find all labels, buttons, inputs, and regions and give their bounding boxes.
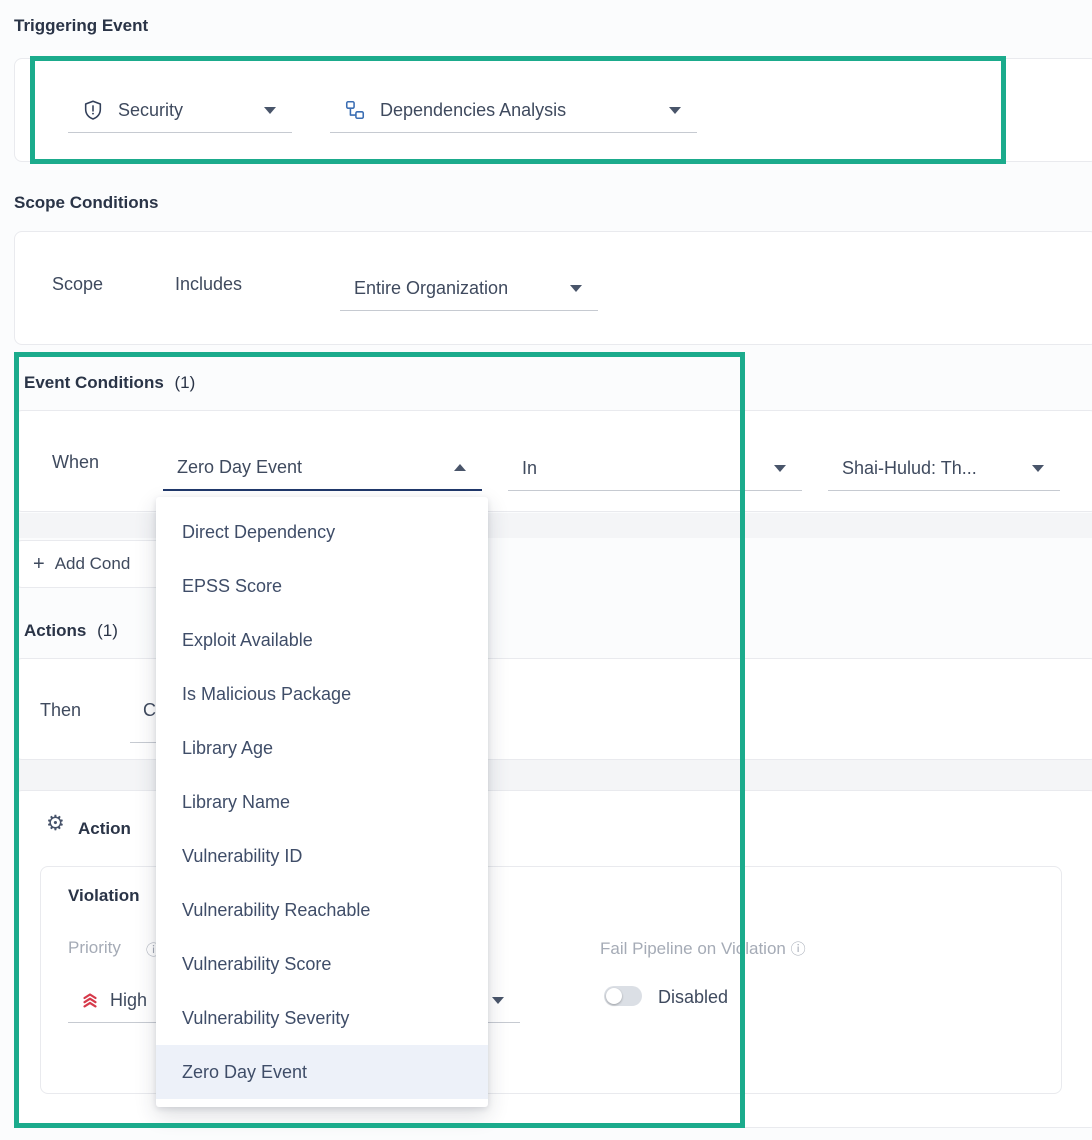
- menu-item[interactable]: Is Malicious Package: [156, 667, 488, 721]
- then-label: Then: [40, 700, 81, 721]
- toggle-state-label: Disabled: [658, 987, 728, 1008]
- chevron-down-icon: [774, 465, 786, 472]
- condition-attribute-dropdown[interactable]: Zero Day Event: [163, 446, 482, 491]
- chevron-up-icon: [454, 464, 466, 471]
- triggering-event-title: Triggering Event: [14, 16, 148, 35]
- menu-item[interactable]: Exploit Available: [156, 613, 488, 667]
- triggering-event-heading: Triggering Event: [14, 16, 148, 36]
- toggle-knob: [606, 988, 622, 1004]
- menu-item[interactable]: Vulnerability Score: [156, 937, 488, 991]
- fail-pipeline-toggle[interactable]: [604, 986, 642, 1006]
- chevron-down-icon: [570, 285, 582, 292]
- priority-value: High: [110, 990, 147, 1011]
- priority-label: Priority: [68, 938, 121, 958]
- condition-value-dropdown[interactable]: Shai-Hulud: Th...: [828, 446, 1060, 491]
- action-config-heading: Action: [78, 819, 131, 839]
- event-category-dropdown[interactable]: Security: [68, 88, 292, 133]
- event-category-value: Security: [118, 100, 183, 121]
- event-conditions-count: (1): [175, 373, 196, 392]
- policy-rule-editor: Triggering Event Security Dependencies A…: [0, 0, 1092, 1140]
- scope-value-dropdown[interactable]: Entire Organization: [340, 266, 598, 311]
- actions-count: (1): [97, 621, 118, 640]
- fail-pipeline-text: Fail Pipeline on Violation: [600, 939, 786, 958]
- menu-item[interactable]: Direct Dependency: [156, 505, 488, 559]
- condition-attribute-menu: Direct Dependency EPSS Score Exploit Ava…: [156, 497, 488, 1107]
- event-conditions-heading: Event Conditions (1): [24, 373, 195, 393]
- action-type-dropdown[interactable]: C: [143, 700, 156, 721]
- info-icon: ⓘ: [791, 941, 806, 958]
- menu-item[interactable]: Vulnerability ID: [156, 829, 488, 883]
- when-label: When: [52, 452, 99, 473]
- event-type-dropdown[interactable]: Dependencies Analysis: [330, 88, 697, 133]
- shield-exclamation-icon: [82, 99, 104, 121]
- actions-title: Actions: [24, 621, 86, 640]
- actions-heading: Actions (1): [24, 621, 118, 641]
- scope-value: Entire Organization: [354, 278, 508, 299]
- condition-operator-value: In: [522, 458, 537, 479]
- condition-operator-dropdown[interactable]: In: [508, 446, 802, 491]
- menu-item[interactable]: Vulnerability Reachable: [156, 883, 488, 937]
- scope-label: Scope: [52, 274, 103, 295]
- condition-value: Shai-Hulud: Th...: [842, 458, 977, 479]
- menu-item[interactable]: Vulnerability Severity: [156, 991, 488, 1045]
- gear-icon: ⚙: [46, 811, 65, 836]
- scope-operator-label: Includes: [175, 274, 242, 295]
- menu-item-selected[interactable]: Zero Day Event: [156, 1045, 488, 1099]
- chevron-down-icon: [669, 107, 681, 114]
- event-type-value: Dependencies Analysis: [380, 100, 566, 121]
- dependencies-icon: [344, 99, 366, 121]
- add-condition-label: Add Cond: [55, 554, 131, 574]
- chevron-down-icon: [264, 107, 276, 114]
- high-severity-icon: [82, 993, 98, 1008]
- violation-heading: Violation: [68, 886, 139, 906]
- menu-item[interactable]: Library Name: [156, 775, 488, 829]
- menu-item[interactable]: Library Age: [156, 721, 488, 775]
- scope-conditions-heading: Scope Conditions: [14, 193, 159, 213]
- plus-icon: +: [33, 554, 45, 574]
- scope-conditions-title: Scope Conditions: [14, 193, 159, 212]
- menu-item[interactable]: EPSS Score: [156, 559, 488, 613]
- event-conditions-title: Event Conditions: [24, 373, 164, 392]
- chevron-down-icon: [1032, 465, 1044, 472]
- chevron-down-icon: [492, 997, 504, 1004]
- condition-attribute-value: Zero Day Event: [177, 457, 302, 478]
- fail-pipeline-label: Fail Pipeline on Violation ⓘ: [600, 938, 806, 959]
